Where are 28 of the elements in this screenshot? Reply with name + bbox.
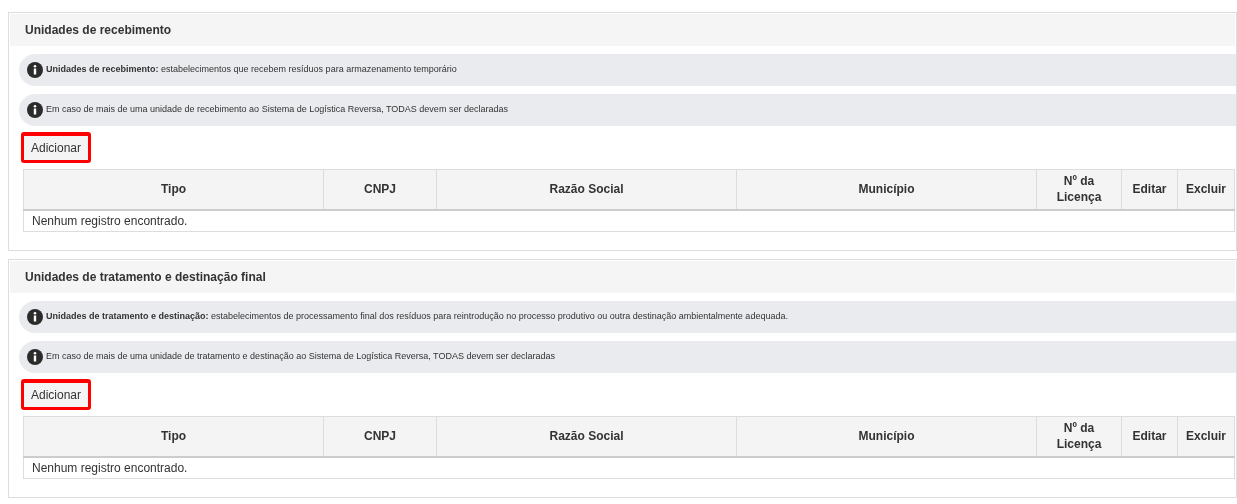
column-header: Nº da Licença (1036, 169, 1122, 210)
empty-message: Nenhum registro encontrado. (23, 456, 1235, 479)
column-header: Razão Social (436, 416, 737, 457)
column-header: Excluir (1177, 416, 1235, 457)
column-header: Tipo (23, 169, 324, 210)
info-icon (27, 62, 43, 78)
column-header: Tipo (23, 416, 324, 457)
column-header: Nº da Licença (1036, 416, 1122, 457)
column-header: Editar (1121, 416, 1178, 457)
column-header: Razão Social (436, 169, 737, 210)
add-button[interactable]: Adicionar (24, 383, 89, 407)
column-header: Excluir (1177, 169, 1235, 210)
section-title: Unidades de recebimento (10, 14, 1235, 46)
info-icon (27, 349, 43, 365)
column-header: Editar (1121, 169, 1178, 210)
column-header: CNPJ (323, 169, 437, 210)
info-text: Unidades de tratamento e destinação: estabelecimentos de processamento final dos resíduos para reintrodução no processo produtivo ou outra destinação ambientalmente adequada. (46, 310, 788, 324)
info-text: Unidades de recebimento: estabelecimentos que recebem resíduos para armazenamento temporário (46, 63, 457, 77)
add-button[interactable]: Adicionar (24, 136, 89, 160)
info-icon (27, 102, 43, 118)
empty-message: Nenhum registro encontrado. (23, 209, 1235, 232)
column-header: Município (736, 169, 1037, 210)
column-header: CNPJ (323, 416, 437, 457)
info-icon (27, 309, 43, 325)
info-text: Em caso de mais de uma unidade de recebimento ao Sistema de Logística Reversa, TODAS devem ser declaradas (46, 103, 508, 117)
column-header: Município (736, 416, 1037, 457)
info-text: Em caso de mais de uma unidade de tratamento e destinação ao Sistema de Logística Reversa, TODAS devem ser declaradas (46, 350, 555, 364)
section-title: Unidades de tratamento e destinação final (10, 261, 1235, 293)
